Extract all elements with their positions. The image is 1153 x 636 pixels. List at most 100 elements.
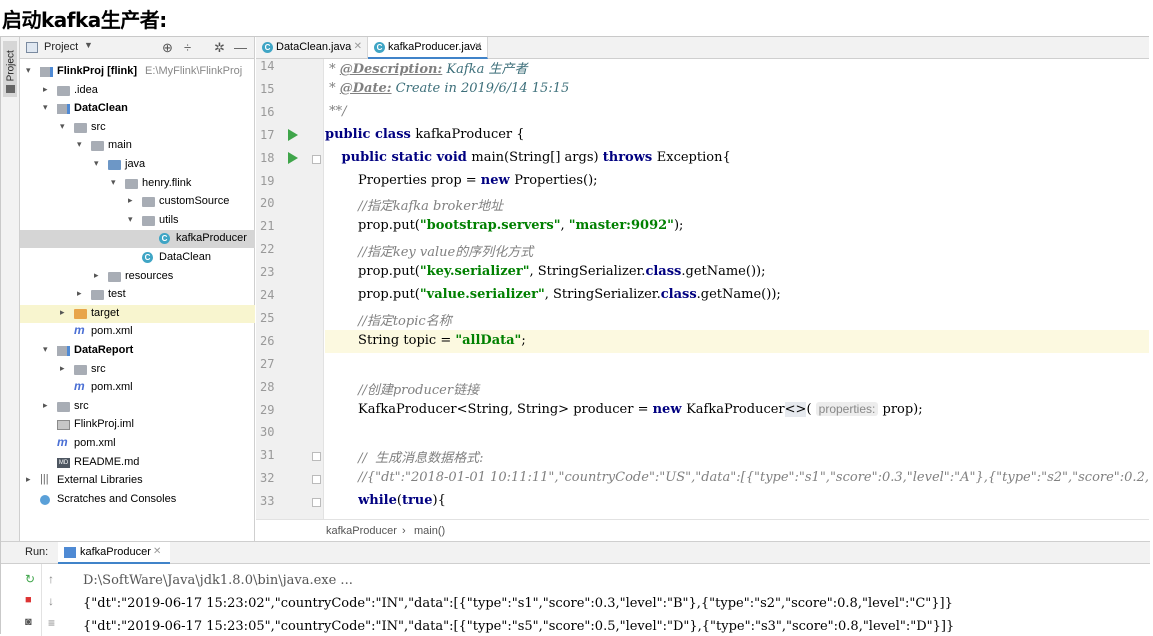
run-icon[interactable]	[288, 128, 298, 141]
tree-node[interactable]: ▾ DataReport	[20, 342, 255, 360]
code-line: public class kafkaProducer {	[325, 124, 1149, 147]
project-tool-tab[interactable]: 1: Project	[3, 41, 17, 97]
code-token: prop);	[878, 401, 923, 417]
code-area[interactable]: * @Description: Kafka 生产者 * @Date: Creat…	[325, 59, 1149, 519]
arrow-up-icon[interactable]: ↑	[48, 572, 54, 586]
chevron-down-icon[interactable]: ▾	[94, 158, 99, 169]
tree-node[interactable]: ▾ java	[20, 156, 255, 174]
tree-node[interactable]: ▸ target	[20, 304, 255, 323]
tree-node[interactable]: ▸ src	[20, 398, 255, 416]
close-icon[interactable]: ✕	[354, 41, 362, 52]
editor-tab[interactable]: CkafkaProducer.java ✕	[368, 37, 488, 59]
code-line-text: * @Date: Create in 2019/6/14 15:15	[325, 81, 569, 96]
camera-icon[interactable]: ◙	[25, 616, 32, 628]
chevron-right-icon[interactable]: ▸	[77, 288, 82, 299]
code-token: ){	[432, 493, 446, 509]
chevron-down-icon[interactable]: ▾	[128, 214, 133, 225]
chevron-down-icon[interactable]: ▾	[43, 344, 48, 355]
tree-node[interactable]: ▸ ||| External Libraries	[20, 472, 255, 490]
tree-node[interactable]: ▸ resources	[20, 268, 255, 286]
code-token: Exception{	[656, 149, 731, 165]
code-token: *	[325, 80, 340, 96]
close-icon[interactable]: ✕	[153, 546, 161, 557]
tree-node[interactable]: CkafkaProducer	[20, 230, 255, 249]
code-line: //指定kafka broker地址	[325, 192, 1149, 215]
chevron-down-icon[interactable]: ▾	[77, 139, 82, 150]
code-token: //创建producer链接	[358, 382, 480, 398]
chevron-down-icon[interactable]: ▾	[60, 121, 65, 132]
chevron-right-icon[interactable]: ▸	[43, 400, 48, 411]
tree-node[interactable]: m pom.xml	[20, 435, 255, 453]
chevron-down-icon[interactable]: ▾	[26, 65, 31, 76]
arrow-down-icon[interactable]: ↓	[48, 594, 54, 608]
class-icon: C	[374, 42, 385, 53]
tree-node[interactable]: m pom.xml	[20, 379, 255, 397]
project-view-selector[interactable]: Project	[44, 41, 78, 53]
tree-node[interactable]: ▸ .idea	[20, 82, 255, 100]
chevron-down-icon[interactable]: ▼	[84, 40, 93, 50]
chevron-right-icon[interactable]: ▸	[60, 363, 65, 374]
code-token: class	[660, 287, 697, 302]
fold-marker-icon[interactable]	[312, 452, 321, 462]
tree-node[interactable]: ▾ utils	[20, 212, 255, 230]
folder-icon	[91, 290, 104, 301]
chevron-right-icon[interactable]: ▸	[94, 270, 99, 281]
run-tab[interactable]: kafkaProducer ✕	[58, 542, 170, 564]
project-panel-header: Project ▼ ⊕ ÷ ✲ —	[20, 37, 254, 59]
chevron-right-icon[interactable]: ▸	[60, 307, 65, 318]
tree-node[interactable]: ▾ henry.flink	[20, 175, 255, 193]
tree-node[interactable]: C DataClean	[20, 249, 255, 267]
rerun-icon[interactable]: ↻	[25, 572, 35, 586]
tree-node[interactable]: m pom.xml	[20, 323, 255, 341]
code-token: "bootstrap.servers"	[419, 218, 561, 234]
page-heading: 启动kafka生产者:	[2, 8, 167, 32]
folder-icon	[57, 401, 70, 412]
tree-node-label: FlinkProj [flink]	[57, 65, 138, 77]
tree-node-label: DataReport	[74, 344, 134, 356]
tree-node-label: Scratches and Consoles	[57, 492, 177, 505]
breadcrumb-method[interactable]: main()	[414, 525, 445, 537]
tree-node[interactable]: Scratches and Consoles	[20, 491, 255, 509]
code-line-text: public static void main(String[] args) t…	[325, 150, 731, 165]
editor-tab[interactable]: C DataClean.java ✕	[256, 37, 368, 59]
fold-marker-icon[interactable]	[312, 475, 321, 485]
tree-node[interactable]: ▸ customSource	[20, 193, 255, 211]
code-line-text: String topic = "allData";	[325, 333, 526, 348]
chevron-right-icon[interactable]: ▸	[43, 84, 48, 95]
tree-node-label: pom.xml	[91, 325, 133, 338]
tree-node[interactable]: ▸ src	[20, 361, 255, 379]
tree-node[interactable]: MD README.md	[20, 454, 255, 472]
code-token: );	[673, 218, 684, 234]
locate-icon[interactable]: ⊕	[162, 40, 173, 56]
hide-icon[interactable]: —	[234, 40, 247, 55]
breadcrumb-class[interactable]: kafkaProducer	[326, 525, 397, 537]
editor: C DataClean.java ✕ CkafkaProducer.java ✕ 14 1…	[256, 37, 1149, 541]
tree-node[interactable]: ▸ test	[20, 286, 255, 304]
code-line-text: prop.put("bootstrap.servers", "master:90…	[325, 218, 683, 233]
tree-node[interactable]: FlinkProj.iml	[20, 416, 255, 434]
stop-icon[interactable]: ■	[25, 594, 32, 606]
chevron-down-icon[interactable]: ▾	[43, 102, 48, 113]
chevron-down-icon[interactable]: ▾	[111, 177, 116, 188]
tree-node[interactable]: ▾ main	[20, 137, 255, 155]
chevron-right-icon[interactable]: ▸	[26, 474, 31, 485]
code-line-text: public class kafkaProducer {	[325, 127, 525, 142]
close-icon[interactable]: ✕	[474, 41, 482, 52]
code-line-text: prop.put("key.serializer", StringSeriali…	[325, 264, 765, 279]
tree-node[interactable]: ▾ FlinkProj [flink] E:\MyFlink\FlinkProj	[20, 63, 255, 81]
tree-node[interactable]: ▾ DataClean	[20, 100, 255, 118]
chevron-right-icon[interactable]: ▸	[128, 195, 133, 206]
soft-wrap-icon[interactable]: ≡	[48, 616, 55, 630]
gear-icon[interactable]: ✲	[214, 40, 225, 56]
tree-node-label: henry.flink	[142, 176, 192, 189]
code-token: //指定topic名称	[358, 313, 452, 329]
collapse-all-icon[interactable]: ÷	[184, 40, 191, 55]
code-token: *	[325, 62, 340, 77]
fold-marker-icon[interactable]	[312, 498, 321, 508]
run-icon[interactable]	[288, 151, 298, 164]
line-number: 20	[260, 196, 275, 211]
fold-marker-icon[interactable]	[312, 154, 321, 164]
tree-node[interactable]: ▾ src	[20, 119, 255, 137]
